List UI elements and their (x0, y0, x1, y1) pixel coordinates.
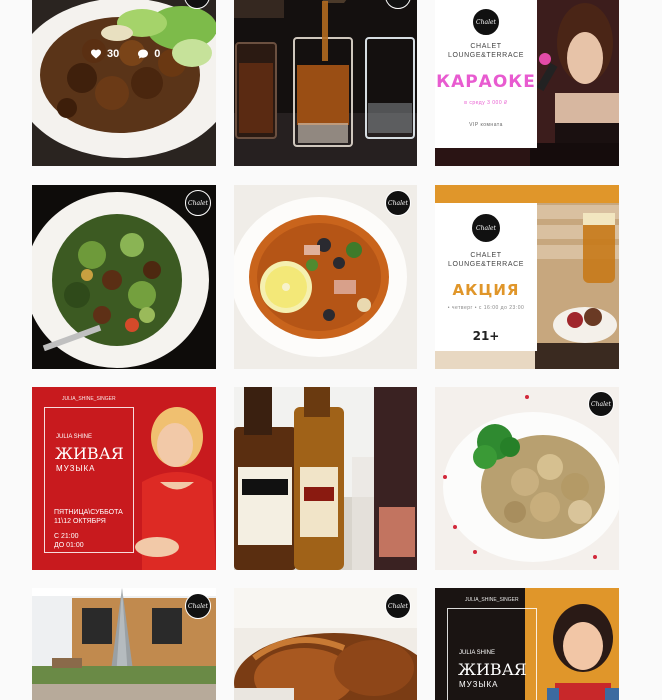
poster-brand-sub: LOUNGE&TERRACE (447, 261, 525, 268)
post-tile-salad[interactable]: Chalet (32, 185, 216, 369)
promo-headline: АКЦИЯ (452, 281, 520, 299)
post-stats-overlay: 30 0 (90, 48, 160, 60)
promo-age: 21+ (472, 329, 500, 343)
event-days: ПЯТНИЦА\СУББОТА (54, 509, 123, 516)
brand-logo-badge: Chalet (185, 593, 211, 619)
post-tile-live-music-1[interactable]: JULIA_SHINE_SINGER JULIA SHINE ЖИВАЯ МУЗ… (32, 387, 216, 570)
brand-logo-badge: Chalet (185, 190, 211, 216)
live-music-sub: МУЗЫКА (459, 680, 499, 689)
likes-count: 30 (107, 48, 120, 60)
comments-stat: 0 (137, 48, 160, 60)
brand-logo-badge: Chalet (385, 593, 411, 619)
karaoke-note: в среду 3 000 ₽ (464, 100, 508, 106)
bottles-image (234, 387, 417, 570)
comment-icon (138, 49, 149, 59)
post-grid: Chalet 30 0 Chal (0, 0, 662, 700)
artist-name: JULIA SHINE (56, 434, 93, 440)
post-tile-mushrooms[interactable]: Chalet (435, 387, 619, 570)
mushrooms-image (435, 387, 619, 570)
brand-logo-badge: Chalet (588, 391, 614, 417)
karaoke-poster: Chalet CHALET LOUNGE&TERRACE КАРАОКЕ в с… (435, 0, 537, 148)
poster-frame (44, 407, 134, 553)
post-tile-live-music-2[interactable]: JULIA_SHINE_SINGER JULIA SHINE ЖИВАЯ МУЗ… (435, 588, 619, 700)
post-tile-grilled-chicken[interactable]: Chalet (234, 588, 417, 700)
brand-logo-badge: Chalet (472, 8, 500, 36)
brand-logo-badge: Chalet (385, 190, 411, 216)
event-dates: 11\12 ОКТЯБРЯ (54, 518, 106, 525)
likes-stat: 30 (90, 48, 119, 60)
event-time-to: ДО 01:00 (54, 542, 84, 549)
event-time-from: С 21:00 (54, 533, 79, 540)
promo-poster: Chalet CHALET LOUNGE&TERRACE АКЦИЯ • чет… (435, 203, 537, 351)
artist-name: JULIA SHINE (459, 650, 496, 656)
promo-note: • четверг • с 16:00 до 23:00 (447, 305, 525, 311)
post-tile-drinks[interactable]: Chalet (234, 0, 417, 166)
poster-handle: JULIA_SHINE_SINGER (465, 597, 519, 603)
post-tile-food-chicken[interactable]: Chalet 30 0 (32, 0, 216, 166)
post-tile-promo[interactable]: Chalet CHALET LOUNGE&TERRACE АКЦИЯ • чет… (435, 185, 619, 369)
brand-logo-badge: Chalet (471, 213, 501, 243)
post-tile-karaoke[interactable]: Chalet CHALET LOUNGE&TERRACE КАРАОКЕ в с… (435, 0, 619, 166)
poster-brand: CHALET (470, 43, 502, 50)
live-music-headline: ЖИВАЯ (55, 444, 124, 463)
poster-brand-sub: LOUNGE&TERRACE (447, 52, 525, 59)
live-music-headline: ЖИВАЯ (458, 660, 527, 679)
comments-count: 0 (154, 48, 161, 60)
karaoke-headline: КАРАОКЕ (436, 72, 536, 92)
poster-handle: JULIA_SHINE_SINGER (62, 396, 116, 402)
post-tile-bottles[interactable] (234, 387, 417, 570)
food-chicken-image (32, 0, 216, 166)
live-music-sub: МУЗЫКА (56, 464, 96, 473)
poster-brand: CHALET (470, 252, 502, 259)
drinks-image (234, 0, 417, 166)
heart-icon (91, 49, 101, 59)
post-tile-terrace[interactable]: Chalet (32, 588, 216, 700)
post-tile-soup[interactable]: Chalet (234, 185, 417, 369)
karaoke-footer: VIP комната (469, 122, 503, 128)
